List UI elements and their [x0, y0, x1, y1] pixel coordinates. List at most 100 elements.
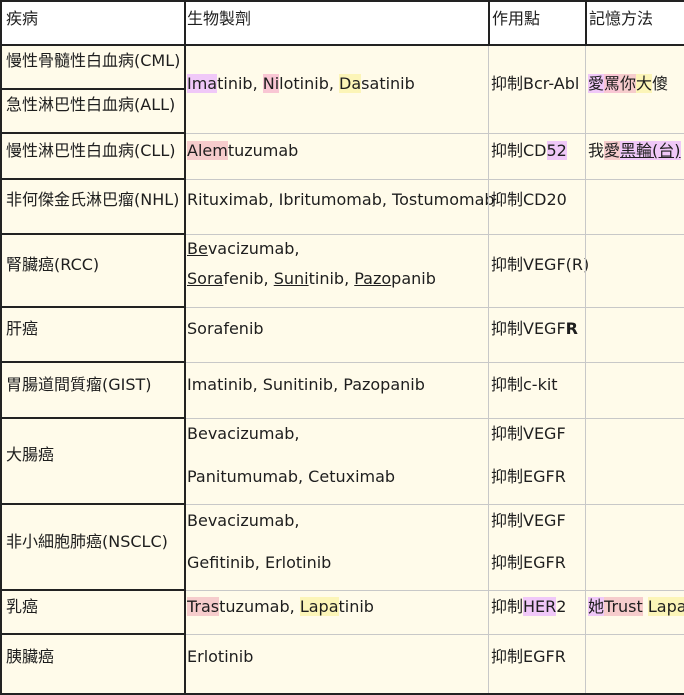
drug-hl: Lapa: [299, 597, 339, 616]
action-pancreas: 抑制EGFR: [491, 647, 566, 666]
border-top: [0, 0, 684, 2]
drug-hl: Ima: [187, 74, 218, 93]
disease-nsclc: 非小細胞肺癌(NSCLC): [6, 532, 168, 551]
row-line-light: [186, 418, 684, 419]
drugs-cll: Alemtuzumab: [187, 136, 298, 166]
action-text: 抑制CD: [491, 141, 547, 160]
mem-text: 傻: [652, 74, 669, 93]
action-cml-all: 抑制Bcr-Abl: [491, 74, 580, 93]
row-line: [0, 306, 186, 308]
col-divider-2-header: [488, 0, 490, 46]
disease-breast: 乳癌: [6, 597, 39, 616]
drug-text: fenib,: [223, 269, 274, 288]
drug-ul: Suni: [273, 269, 309, 288]
mem-text: 我: [588, 141, 605, 160]
row-line: [0, 132, 186, 134]
mem-hl: Lapa: [647, 597, 684, 616]
drug-hl: Da: [339, 74, 362, 93]
mem-hl: 愛: [588, 74, 605, 93]
drug-ul: Sora: [187, 269, 224, 288]
header-action: 作用點: [492, 4, 541, 34]
row-line: [0, 633, 186, 635]
action-bold: R: [565, 319, 578, 338]
mem-hl: 愛: [604, 141, 621, 160]
action-rcc: 抑制VEGF(R): [491, 255, 590, 274]
col-divider-3: [585, 46, 586, 695]
row-line-light: [186, 634, 684, 635]
mem-hl: Trust: [604, 597, 643, 616]
memory-breast: 她Trust Lapa: [588, 592, 684, 622]
row-line: [0, 233, 186, 235]
drugs-colon-2: Panitumumab, Cetuximab: [187, 467, 396, 486]
drug-text: tinib,: [217, 74, 263, 93]
row-line-light: [186, 179, 684, 180]
row-line: [0, 88, 186, 90]
mem-hl: 罵: [604, 74, 621, 93]
memory-cml-all: 愛罵你大傻: [588, 69, 668, 99]
header-bottom-border: [0, 44, 684, 46]
drug-text: tuzumab,: [219, 597, 300, 616]
row-line: [0, 417, 186, 419]
row-line-light: [186, 362, 684, 363]
drug-text: vacizumab,: [207, 239, 300, 258]
action-text: 抑制: [491, 597, 524, 616]
mem-hl: 大: [636, 74, 653, 93]
action-colon-1: 抑制VEGF: [491, 424, 566, 443]
drugs-gist: Imatinib, Sunitinib, Pazopanib: [187, 375, 425, 394]
drugs-nsclc-2: Gefitinib, Erlotinib: [187, 553, 332, 572]
action-nhl: 抑制CD20: [491, 190, 567, 209]
action-nsclc-1: 抑制VEGF: [491, 511, 566, 530]
drug-ul: Pazo: [354, 269, 392, 288]
disease-rcc: 腎臟癌(RCC): [6, 255, 100, 274]
drugs-liver: Sorafenib: [187, 319, 264, 338]
action-cll: 抑制CD52: [491, 136, 567, 166]
action-text: 抑制VEGF: [491, 319, 566, 338]
drug-hl: Ni: [262, 74, 280, 93]
mem-hl: 她: [588, 597, 605, 616]
drug-text: panib: [391, 269, 436, 288]
action-text: 2: [556, 597, 567, 616]
col-divider-2: [488, 46, 489, 695]
drugs-pancreas: Erlotinib: [187, 647, 254, 666]
disease-cll: 慢性淋巴性白血病(CLL): [6, 141, 176, 160]
disease-pancreas: 胰臟癌: [6, 647, 55, 666]
header-row: [0, 0, 684, 45]
row-line: [0, 361, 186, 363]
row-line-light: [186, 234, 684, 235]
header-biologic: 生物製劑: [187, 4, 252, 34]
drugs-cml-all: Imatinib, Nilotinib, Dasatinib: [187, 69, 415, 99]
row-line: [0, 589, 186, 591]
row-line: [0, 178, 186, 180]
memory-cll: 我愛黑輪(台): [588, 136, 681, 166]
drugs-rcc-line2: Sorafenib, Sunitinib, Pazopanib: [187, 264, 436, 294]
col-divider-3-header: [585, 0, 587, 46]
row-line-light: [186, 307, 684, 308]
drug-table: 疾病 生物製劑 作用點 記憶方法 慢性骨髓性白血病(CML) 急性淋巴性白血病(…: [0, 0, 684, 695]
row-line-light: [186, 504, 684, 505]
row-line: [0, 503, 186, 505]
action-nsclc-2: 抑制EGFR: [491, 553, 566, 572]
action-hl: HER: [523, 597, 557, 616]
drug-text: satinib: [361, 74, 415, 93]
disease-liver: 肝癌: [6, 319, 39, 338]
disease-all: 急性淋巴性白血病(ALL): [6, 95, 176, 114]
drug-hl: Alem: [187, 141, 228, 160]
drugs-nhl: Rituximab, Ibritumomab, Tostumomab: [187, 190, 495, 209]
action-liver: 抑制VEGFR: [491, 314, 578, 344]
action-gist: 抑制c-kit: [491, 375, 558, 394]
disease-cml: 慢性骨髓性白血病(CML): [6, 51, 181, 70]
action-colon-2: 抑制EGFR: [491, 467, 566, 486]
drug-ul: Be: [187, 239, 208, 258]
disease-nhl: 非何傑金氏淋巴瘤(NHL): [6, 190, 180, 209]
drug-text: lotinib,: [279, 74, 340, 93]
drug-text: tinib: [338, 597, 374, 616]
mem-hl: (台): [652, 141, 681, 160]
drug-hl: Tras: [187, 597, 220, 616]
header-memory: 記憶方法: [589, 4, 654, 34]
drugs-rcc-line1: Bevacizumab,: [187, 234, 300, 264]
drug-text: tinib,: [308, 269, 355, 288]
mem-hl: 黑輪: [620, 141, 653, 160]
action-breast: 抑制HER2: [491, 592, 566, 622]
drug-text: tuzumab: [227, 141, 299, 160]
drugs-colon-1: Bevacizumab,: [187, 424, 300, 443]
